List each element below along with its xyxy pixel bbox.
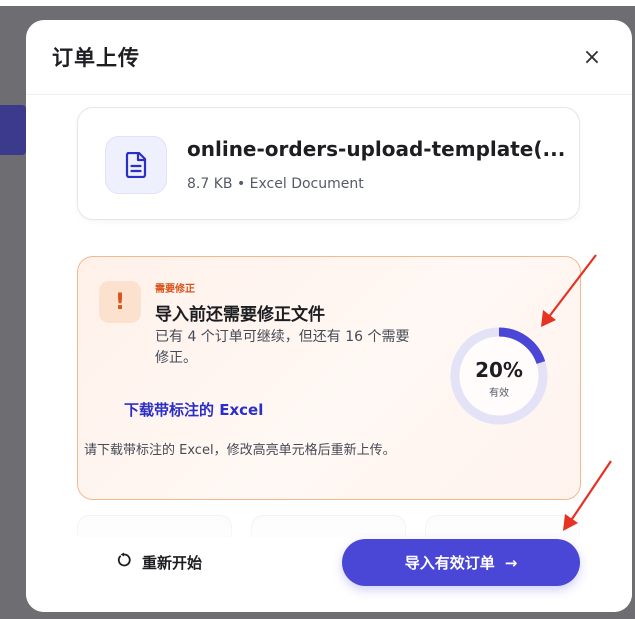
file-meta: 8.7 KB • Excel Document	[187, 176, 364, 192]
download-annotated-excel-link[interactable]: 下载带标注的 Excel	[124, 399, 263, 420]
warning-tag: 需要修正	[155, 284, 195, 295]
backdrop-accent	[0, 105, 26, 155]
modal-title: 订单上传	[52, 46, 140, 70]
arrow-right-icon: →	[504, 553, 518, 572]
warning-card: ! 需要修正 导入前还需要修正文件 已有 4 个订单可继续，但还有 16 个需要…	[77, 256, 581, 500]
close-icon: ×	[582, 44, 602, 70]
upload-modal: 订单上传 × online-orders-upload-template(...…	[26, 20, 632, 612]
restart-label: 重新开始	[142, 554, 203, 572]
modal-body: online-orders-upload-template(... 8.7 KB…	[26, 95, 632, 612]
warning-title: 导入前还需要修正文件	[155, 305, 325, 325]
import-valid-orders-button[interactable]: 导入有效订单 →	[342, 539, 580, 586]
gauge-percent: 20%	[475, 358, 523, 382]
file-name: online-orders-upload-template(...	[187, 137, 566, 161]
warning-description: 已有 4 个订单可继续，但还有 16 个需要修正。	[155, 329, 410, 366]
document-icon	[105, 136, 167, 194]
import-button-label: 导入有效订单	[404, 554, 495, 572]
valid-ratio-gauge: 20% 有效	[448, 325, 550, 427]
warning-hint: 请下载带标注的 Excel，修改高亮单元格后重新上传。	[84, 443, 396, 458]
close-button[interactable]: ×	[578, 43, 606, 71]
modal-header: 订单上传 ×	[26, 20, 632, 95]
file-card: online-orders-upload-template(... 8.7 KB…	[77, 107, 580, 220]
warning-icon: !	[99, 281, 141, 323]
gauge-sub-label: 有效	[489, 388, 509, 399]
backdrop-top-bar	[0, 0, 635, 6]
restart-icon	[116, 552, 132, 573]
restart-button[interactable]: 重新开始	[116, 552, 202, 573]
